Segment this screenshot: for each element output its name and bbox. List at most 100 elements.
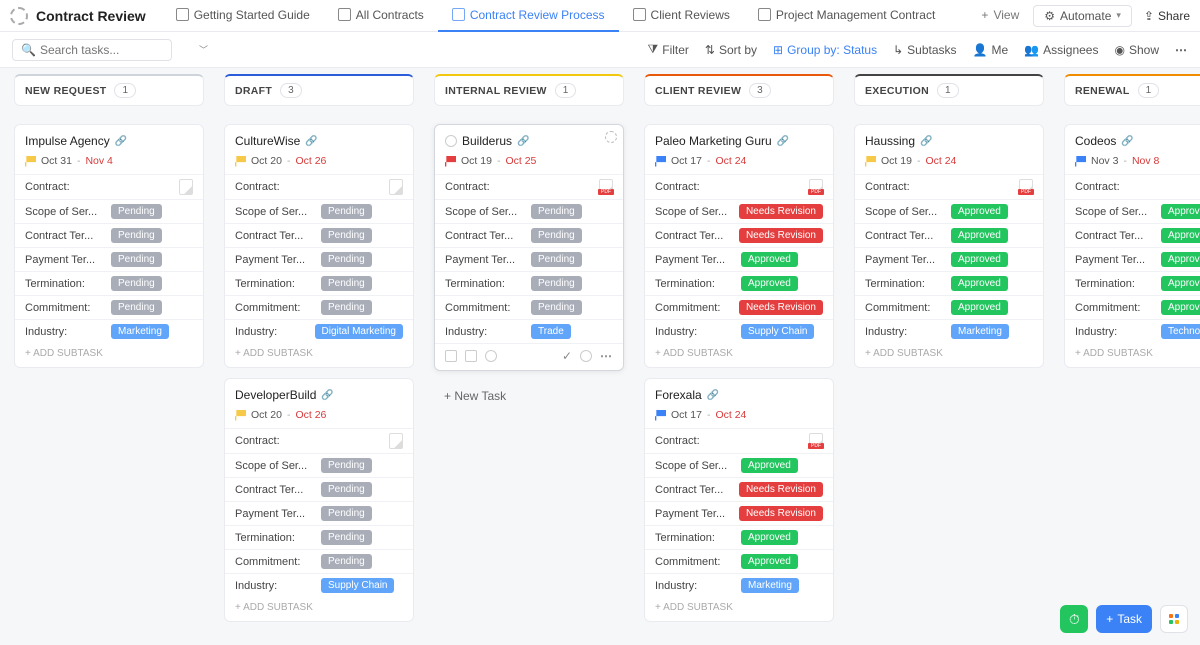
- card-more-icon[interactable]: ⋯: [600, 349, 613, 363]
- timer-fab[interactable]: ⏱: [1060, 605, 1088, 633]
- status-pill[interactable]: Pending: [531, 300, 582, 315]
- status-pill[interactable]: Needs Revision: [739, 300, 823, 315]
- status-pill[interactable]: Approved: [951, 228, 1008, 243]
- add-subtask-button[interactable]: + ADD SUBTASK: [1065, 343, 1200, 365]
- add-subtask-button[interactable]: + ADD SUBTASK: [225, 597, 413, 619]
- flag-icon[interactable]: [865, 156, 876, 167]
- task-card[interactable]: CultureWise 🔗 Oct 20 - Oct 26 Contract: …: [224, 124, 414, 368]
- hourglass-icon[interactable]: [465, 350, 477, 362]
- document-icon[interactable]: [179, 179, 193, 195]
- industry-pill[interactable]: Marketing: [741, 578, 799, 593]
- filter-button[interactable]: ⧩Filter: [648, 42, 689, 57]
- status-pill[interactable]: Approved: [1161, 300, 1200, 315]
- status-pill[interactable]: Pending: [321, 458, 372, 473]
- industry-pill[interactable]: Digital Marketing: [315, 324, 403, 339]
- flag-icon[interactable]: [25, 156, 36, 167]
- gear-icon[interactable]: [605, 131, 617, 143]
- task-card[interactable]: Paleo Marketing Guru 🔗 Oct 17 - Oct 24 C…: [644, 124, 834, 368]
- apps-fab[interactable]: [1160, 605, 1188, 633]
- automate-button[interactable]: ⚙ Automate ▾: [1033, 5, 1132, 27]
- flag-icon[interactable]: [655, 156, 666, 167]
- status-pill[interactable]: Needs Revision: [739, 506, 823, 521]
- task-card[interactable]: Haussing 🔗 Oct 19 - Oct 24 Contract: Sco…: [854, 124, 1044, 368]
- assignees-button[interactable]: 👥Assignees: [1024, 43, 1098, 57]
- check-icon[interactable]: ✓: [562, 349, 572, 363]
- sort-button[interactable]: ⇅Sort by: [705, 43, 757, 57]
- expand-icon[interactable]: [445, 135, 457, 147]
- status-pill[interactable]: Pending: [111, 252, 162, 267]
- status-pill[interactable]: Pending: [321, 204, 372, 219]
- status-pill[interactable]: Approved: [741, 458, 798, 473]
- status-pill[interactable]: Approved: [951, 300, 1008, 315]
- tag-icon[interactable]: [445, 350, 457, 362]
- status-pill[interactable]: Pending: [111, 228, 162, 243]
- show-button[interactable]: ◉Show: [1114, 43, 1159, 57]
- status-pill[interactable]: Approved: [1161, 252, 1200, 267]
- tab-all-contracts[interactable]: All Contracts: [324, 0, 438, 32]
- task-card[interactable]: Impulse Agency 🔗 Oct 31 - Nov 4 Contract…: [14, 124, 204, 368]
- flag-icon[interactable]: [655, 410, 666, 421]
- column-header[interactable]: DRAFT 3: [224, 74, 414, 106]
- industry-pill[interactable]: Supply Chain: [741, 324, 814, 339]
- status-pill[interactable]: Approved: [1161, 204, 1200, 219]
- flag-icon[interactable]: [235, 156, 246, 167]
- task-card[interactable]: Forexala 🔗 Oct 17 - Oct 24 Contract: Sco…: [644, 378, 834, 622]
- status-pill[interactable]: Needs Revision: [739, 482, 823, 497]
- share-button[interactable]: ⇪ Share: [1144, 9, 1190, 23]
- industry-pill[interactable]: Marketing: [111, 324, 169, 339]
- status-pill[interactable]: Pending: [321, 252, 372, 267]
- status-pill[interactable]: Pending: [531, 252, 582, 267]
- industry-pill[interactable]: Marketing: [951, 324, 1009, 339]
- status-pill[interactable]: Approved: [741, 276, 798, 291]
- add-view-tab[interactable]: + View: [967, 0, 1033, 32]
- search-box[interactable]: 🔍 ﹀: [12, 39, 172, 61]
- new-task-button[interactable]: + New Task: [434, 381, 624, 411]
- status-pill[interactable]: Pending: [111, 204, 162, 219]
- me-button[interactable]: 👤Me: [973, 43, 1009, 57]
- status-pill[interactable]: Pending: [531, 204, 582, 219]
- document-icon[interactable]: [809, 179, 823, 195]
- chevron-down-icon[interactable]: ﹀: [199, 43, 208, 56]
- industry-pill[interactable]: Technology: [1161, 324, 1200, 339]
- new-task-fab[interactable]: +Task: [1096, 605, 1152, 633]
- status-pill[interactable]: Pending: [531, 228, 582, 243]
- column-header[interactable]: NEW REQUEST 1: [14, 74, 204, 106]
- status-pill[interactable]: Pending: [111, 276, 162, 291]
- add-subtask-button[interactable]: + ADD SUBTASK: [645, 343, 833, 365]
- add-subtask-button[interactable]: + ADD SUBTASK: [15, 343, 203, 365]
- subtasks-button[interactable]: ↳Subtasks: [893, 43, 956, 57]
- status-pill[interactable]: Pending: [111, 300, 162, 315]
- status-pill[interactable]: Approved: [741, 530, 798, 545]
- tab-contract-review-process[interactable]: Contract Review Process: [438, 0, 619, 32]
- document-icon[interactable]: [389, 433, 403, 449]
- search-input[interactable]: [40, 43, 195, 57]
- status-pill[interactable]: Approved: [1161, 228, 1200, 243]
- status-pill[interactable]: Approved: [951, 276, 1008, 291]
- document-icon[interactable]: [1019, 179, 1033, 195]
- status-pill[interactable]: Pending: [531, 276, 582, 291]
- add-subtask-button[interactable]: + ADD SUBTASK: [225, 343, 413, 365]
- tab-project-management-contract[interactable]: Project Management Contract: [744, 0, 949, 32]
- status-pill[interactable]: Pending: [321, 300, 372, 315]
- add-subtask-button[interactable]: + ADD SUBTASK: [855, 343, 1043, 365]
- status-pill[interactable]: Approved: [951, 204, 1008, 219]
- group-button[interactable]: ⊞Group by: Status: [773, 43, 877, 57]
- status-icon[interactable]: [485, 350, 497, 362]
- column-header[interactable]: RENEWAL 1: [1064, 74, 1200, 106]
- status-pill[interactable]: Needs Revision: [739, 228, 823, 243]
- add-subtask-button[interactable]: + ADD SUBTASK: [645, 597, 833, 619]
- industry-pill[interactable]: Trade: [531, 324, 571, 339]
- tab-client-reviews[interactable]: Client Reviews: [619, 0, 744, 32]
- task-card[interactable]: Codeos 🔗 Nov 3 - Nov 8 Contract: Scope o…: [1064, 124, 1200, 368]
- status-pill[interactable]: Approved: [951, 252, 1008, 267]
- column-header[interactable]: EXECUTION 1: [854, 74, 1044, 106]
- status-pill[interactable]: Pending: [321, 228, 372, 243]
- flag-icon[interactable]: [1075, 156, 1086, 167]
- document-icon[interactable]: [809, 433, 823, 449]
- document-icon[interactable]: [389, 179, 403, 195]
- task-card[interactable]: Builderus 🔗 Oct 19 - Oct 25 Contract: Sc…: [434, 124, 624, 371]
- status-pill[interactable]: Approved: [1161, 276, 1200, 291]
- more-button[interactable]: ⋯: [1175, 43, 1188, 57]
- status-pill[interactable]: Approved: [741, 252, 798, 267]
- task-card[interactable]: DeveloperBuild 🔗 Oct 20 - Oct 26 Contrac…: [224, 378, 414, 622]
